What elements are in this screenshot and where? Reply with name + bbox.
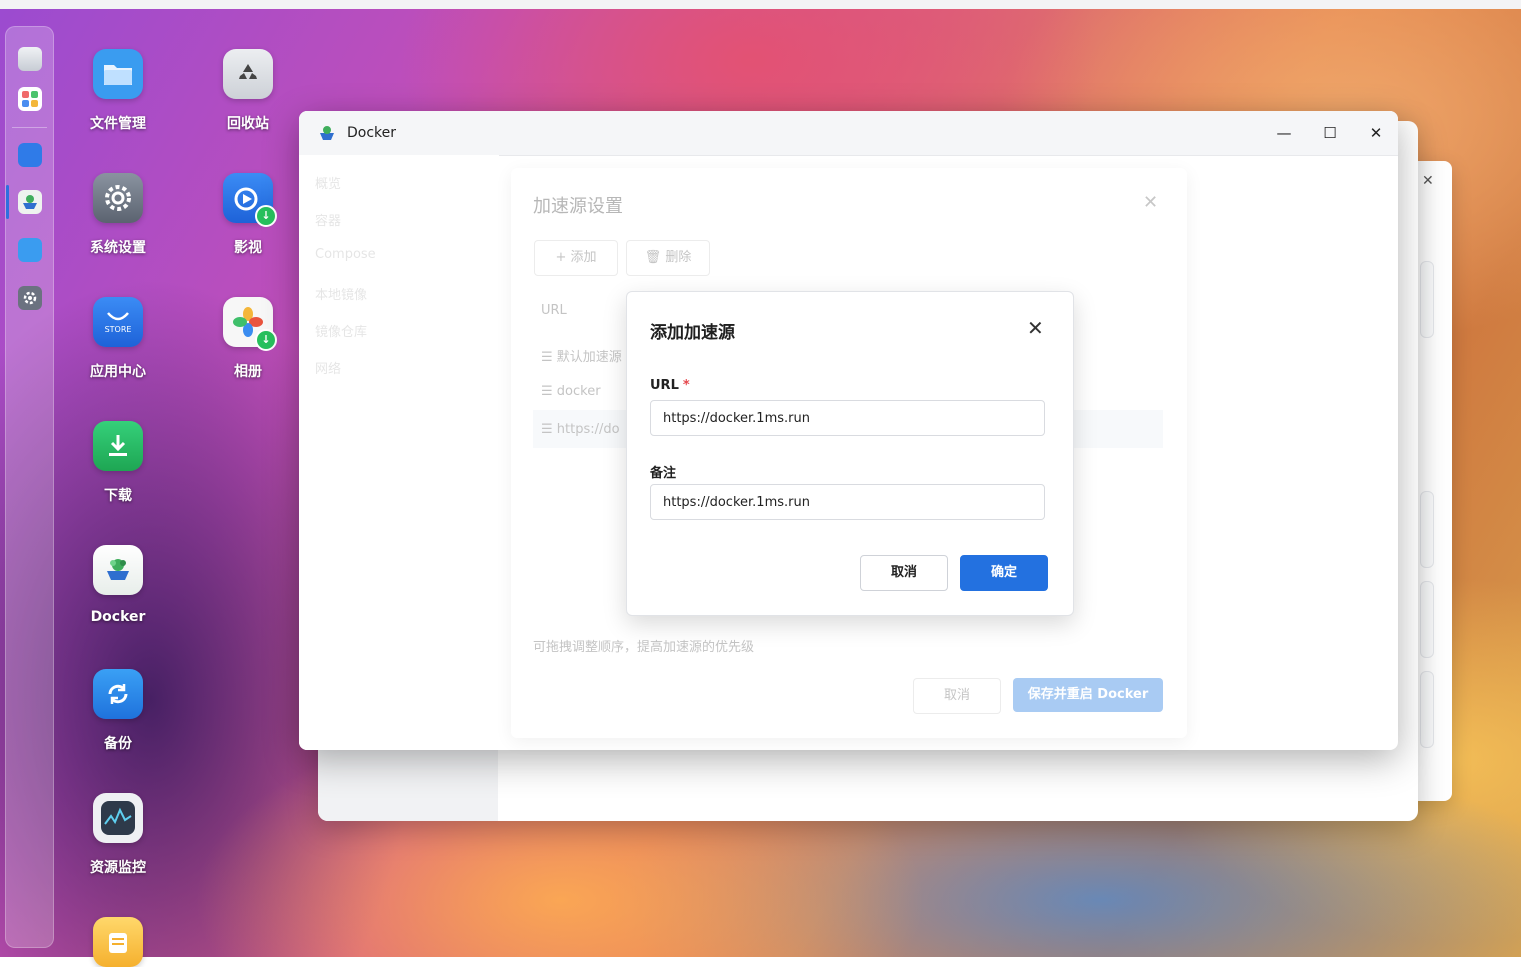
list-item-label: 默认加速源 (556, 350, 622, 365)
download-badge-icon: ↓ (255, 329, 277, 351)
desktop-icon-backup[interactable]: 备份 (68, 669, 168, 753)
maximize-icon[interactable]: ☐ (1319, 122, 1341, 144)
desktop-icon-video[interactable]: ↓ 影视 (198, 173, 298, 257)
sidebar-item-containers[interactable]: 容器 (315, 210, 341, 229)
window-titlebar: Docker — ☐ ✕ (299, 111, 1398, 156)
dock-apps-icon[interactable] (18, 87, 42, 111)
panel-title: 加速源设置 (533, 196, 623, 217)
list-item-label: docker (556, 384, 601, 399)
desktop-icon-label: 相册 (234, 364, 262, 380)
dock (5, 26, 54, 948)
delete-button[interactable]: 🗑 删除 (626, 240, 710, 276)
desktop-icon-label: 下载 (104, 488, 132, 504)
docker-sidebar: 概览 容器 Compose 本地镜像 镜像仓库 网络 (299, 155, 499, 750)
desktop-icon-label: 文件管理 (90, 116, 146, 132)
desktop-icon-label: 资源监控 (90, 860, 146, 876)
drag-hint: 可拖拽调整顺序，提高加速源的优先级 (533, 640, 755, 655)
sidebar-item-compose[interactable]: Compose (315, 247, 376, 262)
url-input[interactable] (650, 400, 1045, 436)
background-card (1420, 261, 1434, 338)
photos-icon: ↓ (223, 297, 277, 351)
store-icon-text: STORE (104, 324, 132, 334)
add-button[interactable]: + 添加 (534, 240, 618, 276)
desktop-icon-file-manager[interactable]: 文件管理 (68, 49, 168, 133)
desktop-icon-label: 影视 (234, 240, 262, 256)
desktop-icon-label: 备份 (104, 736, 132, 752)
window-title: Docker (347, 125, 397, 141)
recycle-bin-icon (223, 49, 273, 99)
monitor-icon (93, 793, 143, 843)
cancel-button[interactable]: 取消 (860, 555, 948, 591)
dock-store-icon[interactable] (18, 143, 42, 167)
sidebar-item-overview[interactable]: 概览 (315, 173, 341, 192)
save-restart-button[interactable]: 保存并重启 Docker (1013, 678, 1163, 712)
add-accelerator-dialog: 添加加速源 ✕ URL* 备注 取消 确定 (626, 291, 1074, 616)
docker-icon (93, 545, 143, 595)
dock-folder-icon[interactable] (18, 238, 42, 262)
cancel-button[interactable]: 取消 (913, 678, 1001, 714)
docker-logo-icon (318, 124, 336, 146)
sidebar-item-network[interactable]: 网络 (315, 358, 341, 377)
desktop-icon-resource-monitor[interactable]: 资源监控 (68, 793, 168, 877)
desktop-icon-notes[interactable] (68, 917, 168, 967)
backup-icon (93, 669, 143, 719)
store-icon: STORE (93, 297, 143, 347)
close-icon[interactable]: ✕ (1422, 173, 1434, 189)
background-card (1420, 581, 1434, 658)
desktop-icon-download[interactable]: 下载 (68, 421, 168, 505)
background-card (1420, 491, 1434, 568)
dialog-title: 添加加速源 (650, 323, 735, 343)
note-input[interactable] (650, 484, 1045, 520)
list-item[interactable]: ☰ docker (541, 384, 601, 399)
close-icon[interactable]: ✕ (1365, 122, 1387, 144)
required-mark: * (682, 378, 690, 393)
desktop-icon-label: 系统设置 (90, 240, 146, 256)
list-item[interactable]: ☰ https://do (541, 422, 620, 437)
column-header-url: URL (541, 303, 567, 318)
dock-docker-icon[interactable] (18, 190, 42, 214)
list-item[interactable]: ☰ 默认加速源 (541, 346, 622, 365)
download-badge-icon: ↓ (255, 205, 277, 227)
folder-icon (93, 49, 143, 99)
dock-separator (12, 127, 47, 128)
video-icon: ↓ (223, 173, 277, 227)
list-item-label: https://do (556, 422, 620, 437)
url-label: URL * (650, 378, 690, 393)
url-label-text: URL (650, 378, 679, 393)
desktop-icon-docker[interactable]: Docker (68, 545, 168, 625)
download-icon (93, 421, 143, 471)
close-icon[interactable]: ✕ (1027, 316, 1044, 340)
background-card (1420, 671, 1434, 748)
dock-active-indicator (6, 185, 9, 219)
desktop-icon-label: 回收站 (227, 116, 269, 132)
desktop-icon-label: 应用中心 (90, 364, 146, 380)
desktop-icon-settings[interactable]: 系统设置 (68, 173, 168, 257)
close-icon[interactable]: ✕ (1143, 192, 1158, 213)
desktop-icon-label: Docker (90, 609, 146, 625)
note-label: 备注 (650, 466, 677, 481)
notes-icon (93, 917, 143, 967)
sidebar-item-registry[interactable]: 镜像仓库 (315, 321, 367, 340)
minimize-icon[interactable]: — (1273, 122, 1295, 144)
desktop-icon-photos[interactable]: ↓ 相册 (198, 297, 298, 381)
sidebar-item-local-images[interactable]: 本地镜像 (315, 284, 367, 303)
delete-button-label: 删除 (665, 250, 692, 265)
desktop-icon-app-center[interactable]: STORE 应用中心 (68, 297, 168, 381)
desktop-icon-recycle-bin[interactable]: 回收站 (198, 49, 298, 133)
trash-icon: 🗑 (644, 250, 666, 265)
gear-icon (93, 173, 143, 223)
dock-monitor-icon[interactable] (18, 47, 42, 71)
top-bar (0, 0, 1521, 9)
confirm-button[interactable]: 确定 (960, 555, 1048, 591)
dock-gear-icon[interactable] (18, 286, 42, 310)
